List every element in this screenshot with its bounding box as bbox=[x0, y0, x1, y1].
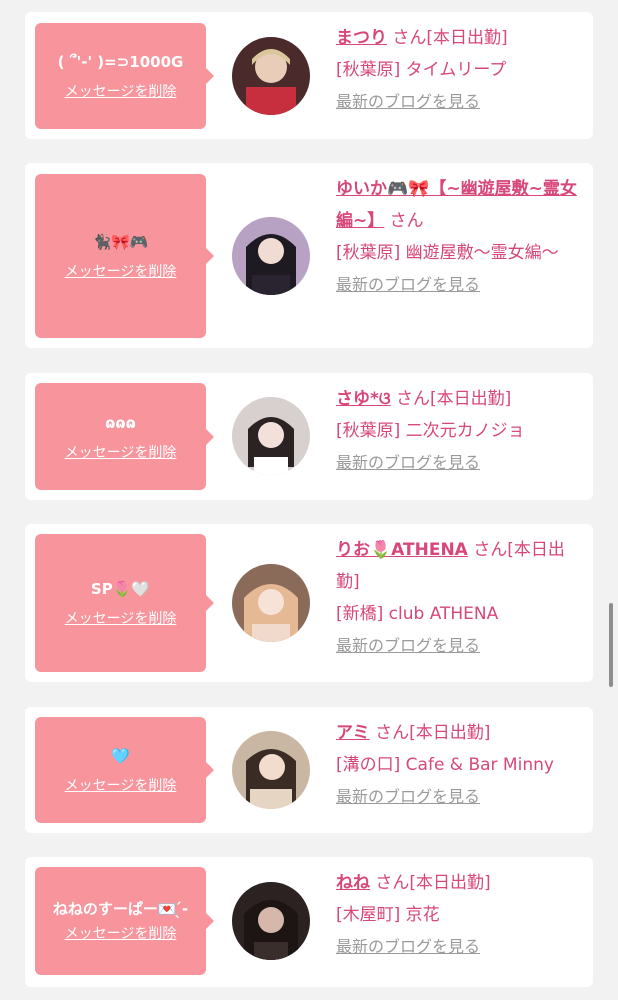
message-text: 🐈‍⬛🎀🎮 bbox=[92, 233, 149, 251]
scrollbar[interactable] bbox=[609, 603, 613, 687]
cast-name-link[interactable]: まつり bbox=[336, 28, 387, 48]
avatar-photo bbox=[232, 882, 310, 960]
message-bubble: ( ՞'-' )=⊃1000G メッセージを削除 bbox=[35, 23, 214, 129]
shop-name: [秋葉原] 二次元カノジョ bbox=[336, 421, 525, 441]
avatar[interactable] bbox=[232, 731, 310, 809]
cast-card: 🩵 メッセージを削除 アミ さん[本日出勤] [溝の口] Cafe & Bar … bbox=[25, 707, 593, 833]
cast-card: 🐈‍⬛🎀🎮 メッセージを削除 ゆいか🎮🎀【~幽遊屋敷~霊女編~】 さん [秋葉原… bbox=[25, 163, 593, 348]
avatar-photo bbox=[232, 731, 310, 809]
cast-status: さん[本日出勤] bbox=[375, 723, 491, 743]
cast-info: まつり さん[本日出勤] [秋葉原] タイムリープ 最新のブログを見る bbox=[336, 22, 586, 118]
cast-status: さん[本日出勤] bbox=[375, 873, 491, 893]
cast-card: SP🌷🤍 メッセージを削除 りお🌷ATHENA さん[本日出勤] [新橋] cl… bbox=[25, 524, 593, 682]
blog-link[interactable]: 最新のブログを見る bbox=[336, 447, 586, 479]
message-bubble: 🐈‍⬛🎀🎮 メッセージを削除 bbox=[35, 174, 214, 338]
avatar-photo bbox=[232, 217, 310, 295]
blog-link[interactable]: 最新のブログを見る bbox=[336, 630, 586, 662]
cast-info: さゆ*ଓ さん[本日出勤] [秋葉原] 二次元カノジョ 最新のブログを見る bbox=[336, 383, 586, 479]
cast-card: ねねのすーぱー💌 ̖́- メッセージを削除 ねね さん[本日出勤] [木屋町] … bbox=[25, 857, 593, 987]
cast-name-link[interactable]: ねね bbox=[336, 873, 370, 893]
message-bubble: ɷɷɷ メッセージを削除 bbox=[35, 383, 214, 490]
avatar-photo bbox=[232, 564, 310, 642]
message-text: ねねのすーぱー💌 ̖́- bbox=[52, 900, 189, 918]
cast-name-link[interactable]: ゆいか🎮🎀【~幽遊屋敷~霊女編~】 bbox=[336, 179, 577, 231]
shop-name: [木屋町] 京花 bbox=[336, 905, 440, 925]
message-text: ɷɷɷ bbox=[105, 413, 136, 432]
cast-name-link[interactable]: さゆ*ଓ bbox=[336, 389, 391, 409]
message-text: ( ՞'-' )=⊃1000G bbox=[57, 53, 184, 71]
delete-message-link[interactable]: メッセージを削除 bbox=[65, 442, 177, 462]
message-text: 🩵 bbox=[111, 747, 130, 765]
blog-link[interactable]: 最新のブログを見る bbox=[336, 781, 586, 813]
cast-info: ゆいか🎮🎀【~幽遊屋敷~霊女編~】 さん [秋葉原] 幽遊屋敷～霊女編～ 最新の… bbox=[336, 173, 586, 301]
delete-message-link[interactable]: メッセージを削除 bbox=[65, 261, 177, 281]
cast-card: ( ՞'-' )=⊃1000G メッセージを削除 まつり さん[本日出勤] [秋… bbox=[25, 12, 593, 139]
cast-name-link[interactable]: アミ bbox=[336, 723, 370, 743]
cast-info: アミ さん[本日出勤] [溝の口] Cafe & Bar Minny 最新のブロ… bbox=[336, 717, 586, 813]
blog-link[interactable]: 最新のブログを見る bbox=[336, 269, 586, 301]
delete-message-link[interactable]: メッセージを削除 bbox=[65, 923, 177, 943]
avatar[interactable] bbox=[232, 564, 310, 642]
shop-name: [秋葉原] タイムリープ bbox=[336, 60, 507, 80]
message-bubble: ねねのすーぱー💌 ̖́- メッセージを削除 bbox=[35, 867, 214, 975]
cast-status: さん[本日出勤] bbox=[396, 389, 512, 409]
cast-card: ɷɷɷ メッセージを削除 さゆ*ଓ さん[本日出勤] [秋葉原] 二次元カノジョ… bbox=[25, 373, 593, 500]
avatar-photo bbox=[232, 397, 310, 475]
cast-name-link[interactable]: りお🌷ATHENA bbox=[336, 540, 468, 560]
avatar-photo bbox=[232, 37, 310, 115]
cast-status: さん bbox=[389, 211, 424, 231]
cast-status: さん[本日出勤] bbox=[392, 28, 508, 48]
delete-message-link[interactable]: メッセージを削除 bbox=[65, 775, 177, 795]
avatar[interactable] bbox=[232, 37, 310, 115]
message-bubble: SP🌷🤍 メッセージを削除 bbox=[35, 534, 214, 672]
message-bubble: 🩵 メッセージを削除 bbox=[35, 717, 214, 823]
blog-link[interactable]: 最新のブログを見る bbox=[336, 86, 586, 118]
delete-message-link[interactable]: メッセージを削除 bbox=[65, 81, 177, 101]
blog-link[interactable]: 最新のブログを見る bbox=[336, 931, 586, 963]
avatar[interactable] bbox=[232, 882, 310, 960]
shop-name: [溝の口] Cafe & Bar Minny bbox=[336, 755, 554, 775]
cast-info: ねね さん[本日出勤] [木屋町] 京花 最新のブログを見る bbox=[336, 867, 586, 963]
delete-message-link[interactable]: メッセージを削除 bbox=[65, 608, 177, 628]
shop-name: [秋葉原] 幽遊屋敷～霊女編～ bbox=[336, 243, 559, 263]
avatar[interactable] bbox=[232, 217, 310, 295]
avatar[interactable] bbox=[232, 397, 310, 475]
cast-info: りお🌷ATHENA さん[本日出勤] [新橋] club ATHENA 最新のブ… bbox=[336, 534, 586, 662]
message-text: SP🌷🤍 bbox=[90, 580, 151, 598]
shop-name: [新橋] club ATHENA bbox=[336, 604, 499, 624]
cast-message-list: ( ՞'-' )=⊃1000G メッセージを削除 まつり さん[本日出勤] [秋… bbox=[0, 0, 618, 1000]
